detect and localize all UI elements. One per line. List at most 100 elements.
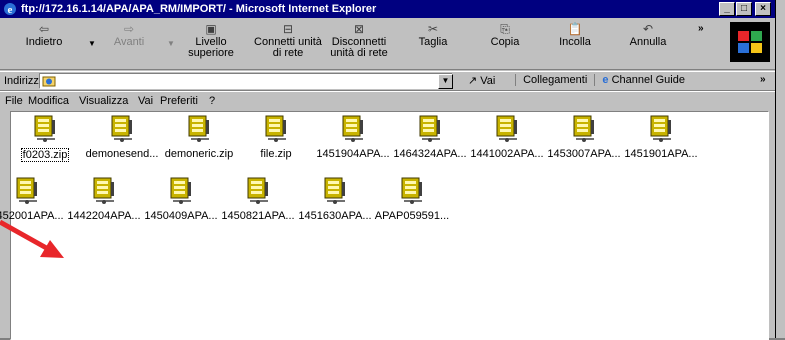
up-level-label: Livello superiore xyxy=(188,36,234,59)
file-item[interactable]: 1450409APA... xyxy=(143,176,219,222)
file-item[interactable]: 1450821APA... xyxy=(220,176,296,222)
map-drive-label: Connetti unità di rete xyxy=(254,36,322,59)
disconnect-drive-icon: ⊠ xyxy=(353,22,365,36)
file-name: 1451904APA... xyxy=(316,148,390,160)
file-name: 1451630APA... xyxy=(298,210,372,222)
standard-toolbar: ⇦ Indietro ▼ ⇨ Avanti ▼ ▣ Livello superi… xyxy=(0,19,775,70)
forward-label: Avanti xyxy=(113,36,145,48)
windows-flag-icon xyxy=(738,31,762,53)
file-item[interactable]: 1451630APA... xyxy=(297,176,373,222)
svg-text:e: e xyxy=(8,4,13,16)
file-name: 1451901APA... xyxy=(624,148,698,160)
file-name: f0203.zip xyxy=(20,148,70,162)
channel-guide-icon: e xyxy=(602,74,609,86)
back-label: Indietro xyxy=(25,36,63,48)
links-separator xyxy=(594,74,596,87)
disconnect-drive-label: Disconnetti unità di rete xyxy=(330,36,388,59)
file-name: 1441002APA... xyxy=(470,148,544,160)
windows-throbber-logo xyxy=(730,22,770,62)
title-bar[interactable]: e ftp://172.16.1.14/APA/APA_RM/IMPORT/ -… xyxy=(0,0,775,18)
file-name: 1450821APA... xyxy=(221,210,295,222)
undo-button[interactable]: ↶ Annulla xyxy=(617,21,679,48)
links-button[interactable]: Collegamenti xyxy=(523,74,587,86)
address-dropdown-button[interactable]: ▼ xyxy=(438,74,453,89)
zip-file-icon xyxy=(401,177,422,204)
file-item[interactable]: demoneric.zip xyxy=(161,114,237,160)
go-button[interactable]: ↗ Vai xyxy=(468,74,495,87)
ie-logo-icon: e xyxy=(4,3,16,16)
links-separator xyxy=(515,74,516,87)
go-arrow-icon: ↗ xyxy=(468,75,478,87)
zip-file-icon xyxy=(170,177,191,204)
ftp-file-view[interactable]: f0203.zip demonesend... demoneric.zip file.… xyxy=(0,111,769,340)
file-item[interactable]: 1441002APA... xyxy=(469,114,545,160)
up-folder-icon: ▣ xyxy=(205,22,217,36)
background-window-edge xyxy=(776,0,785,338)
forward-arrow-icon: ⇨ xyxy=(123,22,135,36)
go-label: Vai xyxy=(480,75,496,87)
paste-button[interactable]: 📋 Incolla xyxy=(547,21,603,48)
menu-modifica[interactable]: Modifica xyxy=(28,95,69,107)
file-item[interactable]: 1464324APA... xyxy=(392,114,468,160)
zip-file-icon xyxy=(419,115,440,142)
file-name: 1453007APA... xyxy=(547,148,621,160)
zip-file-icon xyxy=(188,115,209,142)
paste-label: Incolla xyxy=(559,36,591,48)
copy-button[interactable]: ⎘ Copia xyxy=(477,21,533,48)
menu-preferiti[interactable]: Preferiti xyxy=(160,95,198,107)
maximize-button[interactable]: □ xyxy=(736,2,752,16)
menu-bar: File Modifica Visualizza Vai Preferiti ? xyxy=(0,91,775,110)
menu-vai[interactable]: Vai xyxy=(138,95,153,107)
file-item[interactable]: 1451901APA... xyxy=(623,114,699,160)
scissors-icon: ✂ xyxy=(427,22,439,36)
menu-file[interactable]: File xyxy=(5,95,23,107)
minimize-button[interactable]: _ xyxy=(719,2,735,16)
map-drive-icon: ⊟ xyxy=(282,22,294,36)
file-name: 1464324APA... xyxy=(393,148,467,160)
zip-file-icon xyxy=(573,115,594,142)
zip-file-icon xyxy=(324,177,345,204)
toolbar-more-chevron[interactable]: » xyxy=(698,23,704,34)
map-drive-button[interactable]: ⊟ Connetti unità di rete xyxy=(251,21,325,59)
back-button[interactable]: ⇦ Indietro xyxy=(12,21,76,48)
disconnect-drive-button[interactable]: ⊠ Disconnetti unità di rete xyxy=(324,21,394,59)
links-more-chevron[interactable]: » xyxy=(760,74,766,85)
file-name: APAP059591... xyxy=(374,210,450,222)
zip-file-icon xyxy=(247,177,268,204)
zip-file-icon xyxy=(34,115,55,142)
back-arrow-icon: ⇦ xyxy=(38,22,50,36)
file-item[interactable]: APAP059591... xyxy=(374,176,450,222)
up-level-button[interactable]: ▣ Livello superiore xyxy=(180,21,242,59)
file-name: 1450409APA... xyxy=(144,210,218,222)
file-name: demonesend... xyxy=(85,148,159,160)
file-item[interactable]: file.zip xyxy=(238,114,314,160)
back-dropdown-icon[interactable]: ▼ xyxy=(88,39,96,48)
links-bar: Collegamenti e Channel Guide xyxy=(511,74,685,87)
file-item[interactable]: 1442204APA... xyxy=(66,176,142,222)
file-name: demoneric.zip xyxy=(164,148,234,160)
ftp-folder-icon xyxy=(42,76,56,87)
file-item[interactable]: f0203.zip xyxy=(7,114,83,162)
menu-visualizza[interactable]: Visualizza xyxy=(79,95,128,107)
file-item[interactable]: 1453007APA... xyxy=(546,114,622,160)
forward-button[interactable]: ⇨ Avanti xyxy=(104,21,154,48)
address-input[interactable] xyxy=(39,73,453,89)
file-item[interactable]: demonesend... xyxy=(84,114,160,160)
undo-icon: ↶ xyxy=(642,22,654,36)
zip-file-icon xyxy=(496,115,517,142)
file-item[interactable]: 1451904APA... xyxy=(315,114,391,160)
zip-file-icon xyxy=(111,115,132,142)
close-button[interactable]: × xyxy=(755,2,771,16)
file-name: 1442204APA... xyxy=(67,210,141,222)
red-annotation-arrow-icon xyxy=(0,219,64,258)
channel-guide-link[interactable]: Channel Guide xyxy=(612,74,685,86)
forward-dropdown-icon[interactable]: ▼ xyxy=(167,39,175,48)
menu-help[interactable]: ? xyxy=(209,95,215,107)
window-title: ftp://172.16.1.14/APA/APA_RM/IMPORT/ - M… xyxy=(21,3,377,15)
zip-file-icon xyxy=(342,115,363,142)
zip-file-icon xyxy=(93,177,114,204)
cut-label: Taglia xyxy=(418,36,448,48)
explorer-window: e ftp://172.16.1.14/APA/APA_RM/IMPORT/ -… xyxy=(0,0,776,340)
file-name: file.zip xyxy=(260,148,292,160)
cut-button[interactable]: ✂ Taglia xyxy=(405,21,461,48)
